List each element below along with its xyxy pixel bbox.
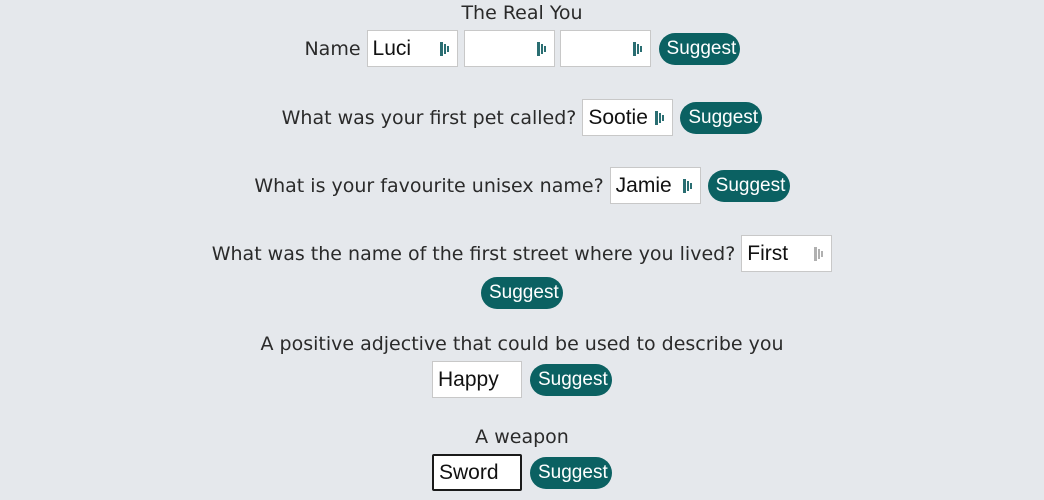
suggest-first-street-button[interactable]: Suggest <box>481 277 563 309</box>
middle-name-field[interactable] <box>463 30 555 67</box>
name-label: Name <box>304 37 361 60</box>
suggest-adjective-button[interactable]: Suggest <box>530 363 612 396</box>
name-row: Name Suggest <box>0 30 1044 67</box>
weapon-label: A weapon <box>475 426 569 448</box>
password-manager-icon[interactable] <box>439 41 451 57</box>
form-page: The Real You Name Suggest What was your … <box>0 0 1044 500</box>
title-row: The Real You <box>0 0 1044 26</box>
password-manager-icon[interactable] <box>682 178 694 194</box>
password-manager-icon[interactable] <box>813 246 825 262</box>
first-street-label: What was the name of the first street wh… <box>211 242 736 265</box>
first-name-field[interactable] <box>366 30 458 67</box>
adjective-field[interactable] <box>432 361 522 398</box>
unisex-name-label: What is your favourite unisex name? <box>254 174 604 197</box>
adjective-row: Suggest <box>0 361 1044 398</box>
pet-name-label: What was your first pet called? <box>281 106 577 129</box>
pet-name-field[interactable] <box>582 99 674 136</box>
weapon-field[interactable] <box>432 454 522 491</box>
weapon-label-row: A weapon <box>0 424 1044 450</box>
first-street-row: What was the name of the first street wh… <box>0 235 1044 272</box>
password-manager-icon[interactable] <box>632 41 644 57</box>
unisex-name-row: What is your favourite unisex name? Sugg… <box>0 167 1044 204</box>
suggest-weapon-button[interactable]: Suggest <box>530 456 612 489</box>
suggest-name-button[interactable]: Suggest <box>658 32 740 65</box>
adjective-label: A positive adjective that could be used … <box>260 333 784 355</box>
weapon-input[interactable] <box>434 456 520 489</box>
suggest-unisex-name-button[interactable]: Suggest <box>707 169 790 202</box>
first-street-field[interactable] <box>741 235 833 272</box>
page-title: The Real You <box>461 2 583 24</box>
weapon-row: Suggest <box>0 454 1044 491</box>
last-name-field[interactable] <box>559 30 651 67</box>
adjective-input[interactable] <box>433 362 521 397</box>
pet-name-row: What was your first pet called? Suggest <box>0 99 1044 136</box>
adjective-label-row: A positive adjective that could be used … <box>0 331 1044 357</box>
password-manager-icon[interactable] <box>654 110 666 126</box>
first-street-button-row: Suggest <box>0 277 1044 309</box>
unisex-name-field[interactable] <box>609 167 701 204</box>
suggest-pet-name-button[interactable]: Suggest <box>680 101 763 134</box>
password-manager-icon[interactable] <box>536 41 548 57</box>
